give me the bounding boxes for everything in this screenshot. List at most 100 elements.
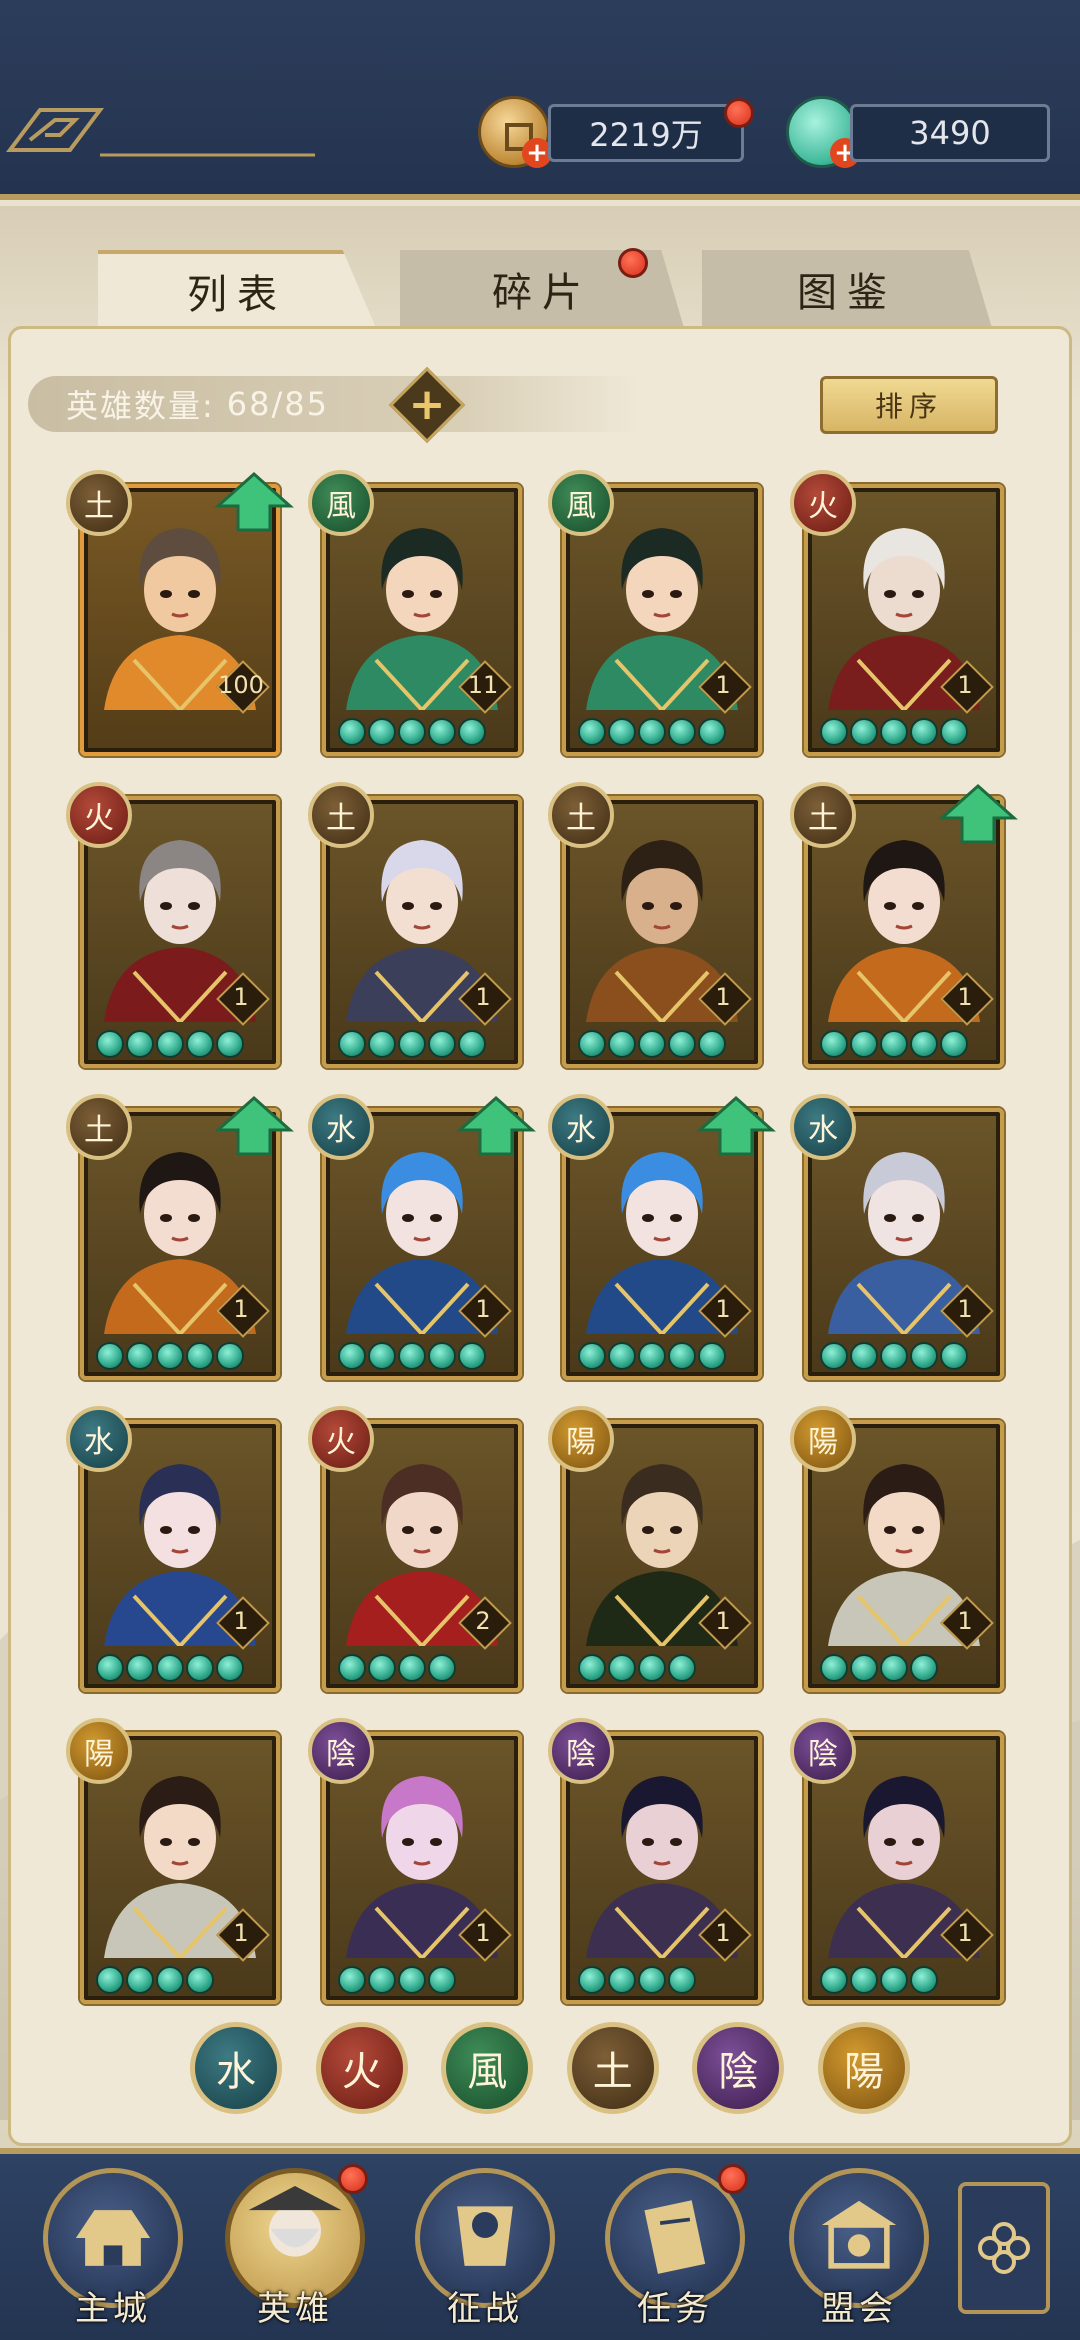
hero-level-text: 1 [715, 671, 731, 699]
hero-level-text: 1 [957, 1919, 973, 1947]
jade-star-icon [186, 1030, 214, 1058]
star-rating [338, 1966, 456, 1994]
more-menu-button[interactable] [958, 2182, 1050, 2314]
cloud-pattern-icon [6, 108, 315, 157]
upgrade-arrow-icon [696, 1096, 776, 1156]
jade-star-icon [186, 1342, 214, 1370]
hero-level-badge: 1 [460, 974, 506, 1020]
hero-count-label: 英雄数量: [66, 387, 215, 425]
yang-element-icon: 陽 [66, 1718, 132, 1784]
hero-level-text: 1 [957, 1295, 973, 1323]
jade-star-icon [398, 718, 426, 746]
jade-star-icon [398, 1966, 426, 1994]
earth-element-icon: 土 [790, 782, 856, 848]
earth-element-icon: 土 [66, 470, 132, 536]
jade-star-icon [156, 1030, 184, 1058]
hero-level-text: 2 [475, 1607, 491, 1635]
yin-element-icon: 陰 [548, 1718, 614, 1784]
jade-star-icon [608, 1342, 636, 1370]
water-element-icon: 水 [308, 1094, 374, 1160]
nav-label: 主城 [75, 2289, 151, 2329]
sort-button[interactable]: 排序 [820, 376, 998, 434]
hero-level-text: 1 [233, 1607, 249, 1635]
jade-star-icon [668, 1030, 696, 1058]
jade-star-icon [156, 1654, 184, 1682]
jade-star-icon [338, 1030, 366, 1058]
nav-label: 任务 [637, 2289, 713, 2329]
star-rating [96, 1030, 244, 1058]
star-rating [338, 1342, 486, 1370]
jade-star-icon [880, 1030, 908, 1058]
nav-item-4[interactable]: 盟会 [784, 2168, 934, 2329]
jade-star-icon [608, 1654, 636, 1682]
nav-item-1[interactable]: 英雄 [220, 2164, 370, 2329]
jade-amount: 3490 [850, 104, 1050, 162]
jade-star-icon [608, 718, 636, 746]
filter-yang-button[interactable]: 陽 [817, 2022, 910, 2114]
jade-star-icon [910, 718, 938, 746]
upgrade-arrow-icon [214, 472, 294, 532]
hero-level-badge: 1 [700, 974, 746, 1020]
jade-star-icon [880, 1966, 908, 1994]
hero-level-badge: 2 [460, 1598, 506, 1644]
star-rating [820, 1654, 938, 1682]
jade-star-icon [638, 1342, 666, 1370]
jade-star-icon [940, 718, 968, 746]
jade-star-icon [126, 1966, 154, 1994]
jade-star-icon [368, 1654, 396, 1682]
plus-icon: + [408, 379, 446, 430]
jade-star-icon [368, 1966, 396, 1994]
jade-star-icon [458, 718, 486, 746]
hero-level-text: 1 [715, 1295, 731, 1323]
jade-star-icon [668, 718, 696, 746]
hero-level-badge: 1 [700, 1286, 746, 1332]
star-rating [96, 1342, 244, 1370]
top-bar [0, 0, 1080, 200]
tab-list-label: 列表 [187, 272, 287, 318]
hero-level-badge: 1 [942, 662, 988, 708]
jade-star-icon [398, 1342, 426, 1370]
star-rating [578, 718, 726, 746]
earth-element-icon: 土 [548, 782, 614, 848]
tab-list[interactable]: 列表 [98, 250, 376, 328]
jade-star-icon [216, 1030, 244, 1058]
hero-level-text: 1 [715, 983, 731, 1011]
filter-fire-button[interactable]: 火 [315, 2022, 408, 2114]
fragments-notification-dot [618, 248, 648, 278]
yin-element-icon: 陰 [308, 1718, 374, 1784]
jade-star-icon [398, 1654, 426, 1682]
hero-level-badge: 1 [700, 662, 746, 708]
upgrade-arrow-icon [214, 1096, 294, 1156]
star-rating [820, 1342, 968, 1370]
hero-level-text: 11 [467, 671, 499, 699]
nav-item-2[interactable]: 征战 [410, 2168, 560, 2329]
fire-element-icon: 火 [790, 470, 856, 536]
star-rating [578, 1342, 726, 1370]
jade-star-icon [668, 1966, 696, 1994]
filter-yin-button[interactable]: 陰 [692, 2022, 785, 2114]
jade-star-icon [216, 1342, 244, 1370]
filter-water-button[interactable]: 水 [190, 2022, 282, 2114]
tab-collection[interactable]: 图鉴 [702, 250, 992, 328]
hero-level-badge: 11 [460, 662, 506, 708]
filter-earth-button[interactable]: 土 [566, 2022, 659, 2114]
star-rating [96, 1654, 244, 1682]
star-rating [820, 1966, 938, 1994]
nav-notification-dot [338, 2164, 368, 2194]
filter-wind-button[interactable]: 風 [441, 2022, 534, 2114]
jade-star-icon [216, 1654, 244, 1682]
hero-count-strip: 英雄数量: 68/85 [28, 376, 640, 432]
hero-level-text: 1 [957, 1607, 973, 1635]
jade-star-icon [338, 718, 366, 746]
jade-star-icon [940, 1342, 968, 1370]
hero-level-text: 1 [957, 983, 973, 1011]
jade-star-icon [880, 1342, 908, 1370]
jade-star-icon [910, 1654, 938, 1682]
jade-star-icon [156, 1342, 184, 1370]
water-element-icon: 水 [790, 1094, 856, 1160]
hero-level-text: 1 [233, 1919, 249, 1947]
nav-item-0[interactable]: 主城 [38, 2168, 188, 2329]
nav-item-3[interactable]: 任务 [600, 2164, 750, 2329]
hero-level-badge: 100 [218, 662, 264, 708]
hero-level-text: 1 [475, 1295, 491, 1323]
